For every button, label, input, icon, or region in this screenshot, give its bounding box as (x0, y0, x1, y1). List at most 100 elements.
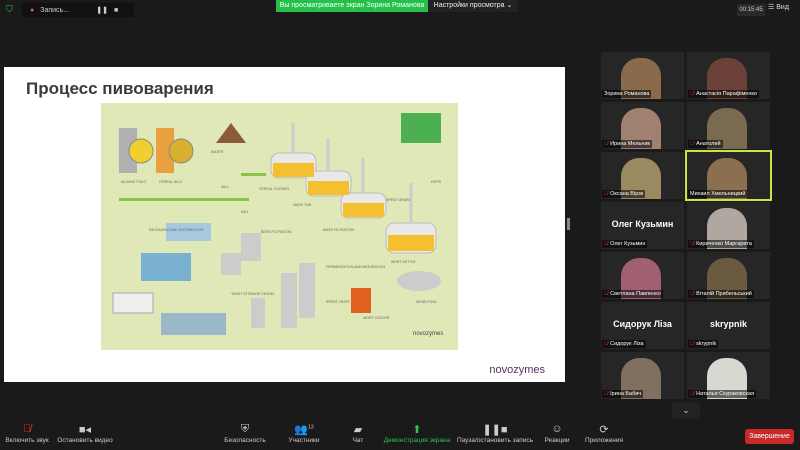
muted-mic-icon: 🎙̸ (690, 91, 695, 97)
security-label: Безопасность (224, 437, 266, 444)
participant-name-tag: 🎙̸ Оксана Вірзк (602, 190, 646, 198)
label-water: WATER (211, 150, 224, 154)
unmute-label: Включить звук (5, 437, 49, 444)
participant-name-tag: 🎙̸ skrypnik (688, 340, 719, 348)
participant-name-tag: 🎙̸ Светлана Павленко (602, 290, 663, 298)
participant-name-tag: 🎙̸ Наталья Скураковская (688, 390, 757, 398)
participant-tile[interactable]: 🎙̸ Ирина Мельник (601, 102, 684, 149)
label-cereal-cooker: CEREAL COOKER (259, 187, 289, 191)
participant-tile[interactable]: 🎙̸ Светлана Павленко (601, 252, 684, 299)
label-spent-yeast: SPENT YEAST (326, 300, 351, 304)
participant-name: Кириченко Маргарита (696, 241, 752, 247)
muted-mic-icon: 🎙̸ (604, 241, 609, 247)
view-button[interactable]: ☰ Вид (768, 3, 789, 11)
muted-mic-icon: 🎙̸ (690, 241, 695, 247)
participant-name: Светлана Павленко (610, 291, 661, 297)
share-label: Демонстрация экрана (383, 437, 451, 444)
meeting-timer: 00:15:45 (737, 4, 765, 16)
participant-tile[interactable]: 🎙̸ Оксана Вірзк (601, 152, 684, 199)
muted-mic-icon: 🎙̸ (690, 141, 695, 147)
participant-name: Сидорук Ліза (610, 341, 644, 347)
recording-indicator: ● Запись... ❚❚ ■ (22, 3, 134, 17)
participant-tile[interactable]: 🎙̸ Анастасія Парафіменко (687, 52, 770, 99)
participant-tile[interactable]: 🎙̸ Ірина Бабич (601, 352, 684, 399)
participant-name-tag: 🎙̸ Олег Кузьмин (602, 240, 648, 248)
muted-mic-icon: 🎙̸ (604, 391, 609, 397)
participant-name-tag: 🎙̸ Віталій Прибельський (688, 290, 754, 298)
participant-name-tag: 🎙̸ Сидорук Ліза (602, 340, 646, 348)
novozymes-logo: novozymes (489, 364, 545, 376)
splitter-handle[interactable] (567, 218, 570, 230)
participant-tile[interactable]: 🎙̸ Віталій Прибельський (687, 252, 770, 299)
participant-name-tag: 🎙̸ Ирина Мельник (602, 140, 652, 148)
participant-name-tag: Зорина Романова (602, 90, 652, 98)
participants-icon: 👥13 (294, 424, 314, 436)
participant-tile[interactable]: Олег Кузьмин 🎙̸ Олег Кузьмин (601, 202, 684, 249)
participant-name: Віталій Прибельський (696, 291, 752, 297)
muted-mic-icon: 🎙̸ (604, 141, 609, 147)
share-screen-button[interactable]: ⬆ Демонстрация экрана (382, 423, 452, 444)
label-cereal-silo: CEREAL SILO (159, 180, 182, 184)
muted-mic-icon: 🎙̸ (690, 341, 695, 347)
record-dot-icon: ● (30, 6, 35, 14)
participant-name-tag: Михаил Хмельницкий (688, 190, 748, 198)
label-adjunct-silo: ADJUNCT SILO (121, 180, 146, 184)
muted-mic-icon: 🎙̸ (22, 423, 32, 435)
chat-icon: ▰ (353, 424, 363, 436)
muted-mic-icon: 🎙̸ (690, 391, 695, 397)
label-yeast-storage: YEAST STORAGE VESSEL (231, 292, 275, 296)
participant-tile[interactable]: Зорина Романова (601, 52, 684, 99)
grid-icon: ☰ (768, 4, 775, 11)
participant-display-name: Сидорук Ліза (613, 319, 672, 329)
participant-name-tag: 🎙̸ Кириченко Маргарита (688, 240, 754, 248)
participant-name: Ирина Мельник (610, 141, 650, 147)
reactions-button[interactable]: ☺ Реакции (542, 423, 572, 444)
participant-tile[interactable]: 🎙̸ Анатолий (687, 102, 770, 149)
label-spent-grain: SPENT GRAIN (386, 198, 410, 202)
stop-recording-icon[interactable]: ■ (114, 7, 118, 14)
label-mill: MILL (221, 185, 229, 189)
label-fermentation: FERMENTATION AND MATURATION (326, 265, 385, 269)
view-options-button[interactable]: Настройки просмотра ⌄ (428, 0, 518, 12)
participants-count: 13 (308, 424, 314, 431)
participant-tile[interactable]: 🎙̸ Кириченко Маргарита (687, 202, 770, 249)
label-packaging: PACKAGING AND DISTRIBUTION (149, 228, 204, 232)
gallery-next-page-button[interactable]: ⌄ (672, 402, 700, 418)
label-hops: HOPS (431, 180, 442, 184)
participant-tile[interactable]: skrypnik 🎙̸ skrypnik (687, 302, 770, 349)
chat-label: Чат (352, 437, 364, 444)
reaction-emoji-icon: ☺ (551, 423, 563, 435)
pause-stop-recording-button[interactable]: ❚❚■ Пауза/остановить запись (455, 423, 535, 444)
meeting-toolbar: 🎙̸ Включить звук ■◂ Остановить видео ⛨ Безо… (0, 420, 800, 450)
participant-name-tag: 🎙̸ Анатолий (688, 140, 723, 148)
muted-mic-icon: 🎙̸ (604, 191, 609, 197)
pause-recording-icon[interactable]: ❚❚ (96, 6, 108, 14)
diagram-logo: novozymes (413, 331, 443, 337)
label-wort-kettle: WORT KETTLE (391, 260, 416, 264)
muted-mic-icon: 🎙̸ (690, 291, 695, 297)
participant-tile[interactable]: 🎙̸ Наталья Скураковская (687, 352, 770, 399)
participant-tile[interactable]: Михаил Хмельницкий (685, 150, 772, 201)
stop-video-button[interactable]: ■◂ Остановить видео (55, 423, 115, 444)
participant-name-tag: 🎙̸ Анастасія Парафіменко (688, 90, 759, 98)
participant-name: Наталья Скураковская (696, 391, 755, 397)
unmute-button[interactable]: 🎙̸ Включить звук (4, 423, 50, 444)
participant-name: Оксана Вірзк (610, 191, 644, 197)
reactions-label: Реакции (544, 437, 570, 444)
security-button[interactable]: ⛨ Безопасность (222, 423, 268, 444)
slide-title: Процесс пивоварения (26, 79, 214, 98)
participant-tile[interactable]: Сидорук Ліза 🎙̸ Сидорук Ліза (601, 302, 684, 349)
participants-button[interactable]: 👥13 Участники (284, 423, 324, 444)
label-beer-filtration: BEER FILTRATION (261, 230, 292, 234)
label-wort-cooler: WORT COOLER (363, 316, 390, 320)
security-shield-icon[interactable]: ⛉ (6, 4, 13, 15)
end-meeting-button[interactable]: Завершение (745, 429, 794, 444)
top-bar: ⛉ ● Запись... ❚❚ ■ Вы просматриваете экр… (0, 0, 800, 20)
chat-button[interactable]: ▰ Чат (346, 423, 370, 444)
participant-display-name: skrypnik (709, 319, 748, 329)
label-mash-tun: MASH TUN (293, 203, 312, 207)
record-label: Пауза/остановить запись (456, 437, 534, 444)
apps-button[interactable]: ⟳ Приложения (582, 423, 626, 444)
muted-mic-icon: 🎙̸ (604, 291, 609, 297)
participants-label: Участники (288, 437, 320, 444)
